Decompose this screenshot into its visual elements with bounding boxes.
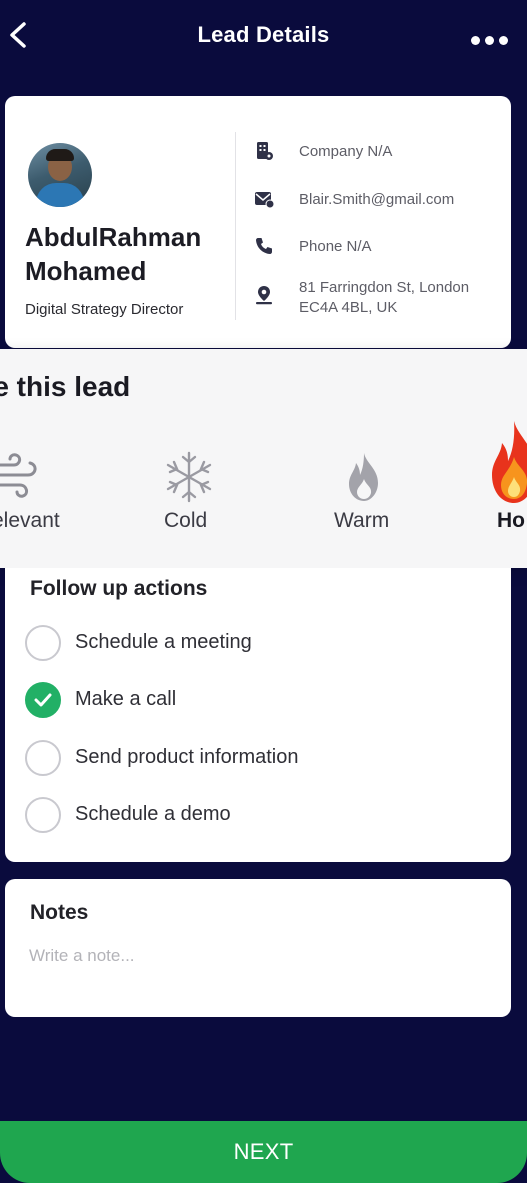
- page-title: Lead Details: [197, 22, 330, 47]
- company-text: Company N/A: [299, 143, 393, 160]
- follow-up-option-demo[interactable]: Schedule a demo: [25, 797, 495, 837]
- email-text: Blair.Smith@gmail.com: [299, 191, 455, 208]
- rating-option-cold[interactable]: Cold: [160, 449, 220, 545]
- notes-input[interactable]: [29, 941, 489, 971]
- more-dots-icon: [499, 36, 508, 45]
- option-label: Send product information: [75, 746, 299, 768]
- address-text: 81 Farringdon St, London EC4A 4BL, UK: [299, 279, 470, 316]
- lead-job-title: Digital Strategy Director: [25, 301, 184, 318]
- avatar: [28, 143, 92, 207]
- snowflake-icon: [166, 451, 212, 503]
- divider: [235, 132, 236, 320]
- rating-label: elevant: [0, 509, 60, 532]
- checked-circle[interactable]: [25, 682, 61, 718]
- rating-option-irrelevant[interactable]: elevant: [0, 449, 70, 545]
- lead-first-name: AbdulRahman: [25, 222, 202, 252]
- notes-title: Notes: [30, 901, 89, 924]
- phone-icon: [256, 238, 272, 254]
- rating-label: Warm: [334, 509, 390, 532]
- wind-icon: [0, 453, 37, 498]
- email-icon: [255, 192, 275, 209]
- location-icon: [256, 286, 272, 305]
- checkmark-icon: [34, 693, 52, 707]
- notes-card: Notes: [5, 879, 511, 1017]
- follow-up-option-call[interactable]: Make a call: [25, 682, 495, 722]
- option-label: Schedule a meeting: [75, 631, 252, 653]
- flame-outline-icon: [349, 453, 378, 501]
- more-dots-icon: [485, 36, 494, 45]
- rating-option-warm[interactable]: Warm: [330, 449, 400, 545]
- next-button[interactable]: NEXT: [0, 1121, 527, 1183]
- follow-up-title: Follow up actions: [30, 577, 208, 600]
- option-label: Make a call: [75, 688, 177, 710]
- radio-circle[interactable]: [25, 797, 61, 833]
- lead-profile-card: AbdulRahman Mohamed Digital Strategy Dir…: [5, 96, 511, 348]
- bottom-strip: [0, 1183, 527, 1200]
- follow-up-option-meeting[interactable]: Schedule a meeting: [25, 625, 495, 665]
- phone-text: Phone N/A: [299, 238, 372, 255]
- follow-up-option-product-info[interactable]: Send product information: [25, 740, 495, 780]
- rate-title: te this lead: [0, 371, 131, 402]
- company-icon: [257, 142, 273, 160]
- more-dots-icon: [471, 36, 480, 45]
- radio-circle[interactable]: [25, 740, 61, 776]
- rating-label: Cold: [164, 509, 208, 532]
- rating-option-hot[interactable]: Ho: [490, 421, 527, 545]
- radio-circle[interactable]: [25, 625, 61, 661]
- rate-lead-panel: te this lead elevant Cold Warm: [0, 349, 527, 568]
- more-options-button[interactable]: [471, 36, 509, 48]
- fire-icon: [492, 421, 527, 503]
- follow-up-card: Follow up actions Schedule a meeting Mak…: [5, 568, 511, 862]
- rating-label: Ho: [497, 509, 525, 532]
- app-header: Lead Details: [0, 0, 527, 72]
- option-label: Schedule a demo: [75, 803, 231, 825]
- lead-name: AbdulRahman Mohamed: [25, 220, 235, 288]
- lead-last-name: Mohamed: [25, 256, 147, 286]
